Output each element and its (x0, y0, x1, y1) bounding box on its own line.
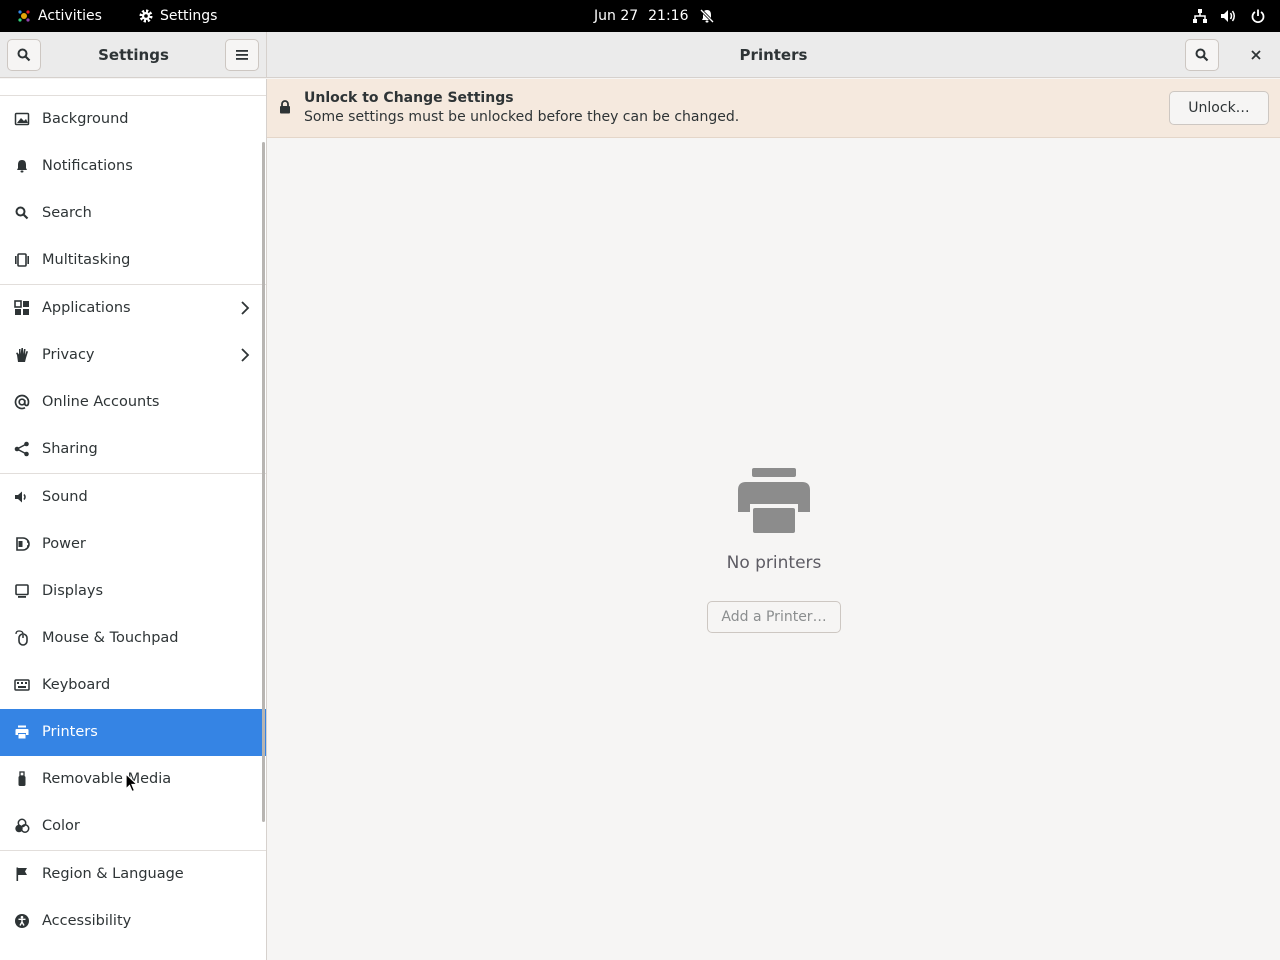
sidebar-item-printers[interactable]: Printers (0, 709, 266, 756)
search-icon (1195, 48, 1209, 62)
chevron-right-icon (241, 301, 250, 315)
sidebar-item-region-language[interactable]: Region & Language (0, 851, 266, 898)
speaker-icon (14, 489, 30, 505)
sidebar-item-label: Printers (42, 724, 98, 740)
apps-grid-icon (14, 300, 30, 316)
main-menu-button[interactable] (225, 39, 259, 71)
sidebar-item-label: Power (42, 536, 86, 552)
sidebar-item-mouse-touchpad[interactable]: Mouse & Touchpad (0, 615, 266, 662)
sidebar-item-accessibility[interactable]: Accessibility (0, 898, 266, 945)
sidebar-item-label: Removable Media (42, 771, 172, 787)
network-icon (1193, 9, 1207, 23)
top-bar: Activities Settings Jun 27 21:16 (0, 0, 1280, 32)
sidebar-item-label: Accessibility (42, 913, 132, 929)
power-icon (1251, 9, 1265, 23)
mouse-icon (14, 630, 30, 646)
sidebar-item-label: Sharing (42, 441, 98, 457)
unlock-infobar: Unlock to Change Settings Some settings … (267, 79, 1280, 138)
color-icon (14, 818, 30, 834)
printer-search-button[interactable] (1185, 39, 1219, 71)
printer-icon (14, 724, 30, 740)
infobar-message: Some settings must be unlocked before th… (304, 109, 740, 125)
gear-icon (139, 9, 153, 23)
sidebar-item-sound[interactable]: Sound (0, 474, 266, 521)
sidebar-item-search[interactable]: Search (0, 190, 266, 237)
page-title: Printers (739, 46, 808, 64)
multitasking-icon (14, 252, 30, 268)
clock-button[interactable]: Jun 27 21:16 (594, 0, 715, 32)
lock-icon (280, 100, 290, 114)
activities-button[interactable]: Activities (16, 0, 102, 32)
gnome-logo-icon (18, 10, 30, 22)
volume-icon (1221, 10, 1235, 22)
sidebar-item-label: Privacy (42, 347, 95, 363)
sidebar-item-label: Online Accounts (42, 394, 160, 410)
sidebar-header: Settings (0, 32, 267, 78)
sidebar-item-label: Keyboard (42, 677, 111, 693)
no-printers-label: No printers (726, 553, 822, 573)
keyboard-icon (14, 677, 30, 693)
sidebar: Background Notifications Search Multitas… (0, 79, 267, 960)
background-icon (14, 111, 30, 127)
flag-icon (14, 866, 30, 882)
bell-icon (14, 158, 30, 174)
sidebar-item-label: Notifications (42, 158, 133, 174)
add-printer-button[interactable]: Add a Printer… (707, 601, 841, 633)
sidebar-item-notifications[interactable]: Notifications (0, 143, 266, 190)
battery-icon (14, 536, 30, 552)
sidebar-item-label: Applications (42, 300, 131, 316)
sidebar-item-label: Displays (42, 583, 104, 599)
notifications-disabled-icon (699, 8, 714, 24)
sidebar-item-label: Color (42, 818, 80, 834)
sidebar-item-power[interactable]: Power (0, 521, 266, 568)
usb-icon (14, 771, 30, 787)
sidebar-item-label: Search (42, 205, 92, 221)
sidebar-item-applications[interactable]: Applications (0, 285, 266, 332)
close-icon (1251, 50, 1261, 60)
app-menu-button[interactable]: Settings (138, 0, 217, 32)
hamburger-menu-icon (236, 50, 248, 60)
main-header: Printers (267, 32, 1280, 78)
display-icon (14, 583, 30, 599)
sidebar-item-multitasking[interactable]: Multitasking (0, 237, 266, 284)
clock-time: 21:16 (648, 8, 689, 24)
sidebar-item-background[interactable]: Background (0, 96, 266, 143)
sidebar-item-online-accounts[interactable]: Online Accounts (0, 379, 266, 426)
sidebar-item-keyboard[interactable]: Keyboard (0, 662, 266, 709)
clock-date: Jun 27 (594, 8, 639, 24)
printer-empty-state-icon (738, 468, 810, 533)
sidebar-item-label: Background (42, 111, 129, 127)
sidebar-item-displays[interactable]: Displays (0, 568, 266, 615)
search-icon (17, 48, 31, 62)
sidebar-item-label: Region & Language (42, 866, 184, 882)
search-icon (14, 205, 30, 221)
sidebar-item-sharing[interactable]: Sharing (0, 426, 266, 473)
sidebar-item-label: Mouse & Touchpad (42, 630, 179, 646)
app-menu-label: Settings (160, 8, 218, 24)
share-icon (14, 441, 30, 457)
sidebar-search-button[interactable] (7, 39, 41, 71)
sidebar-item-privacy[interactable]: Privacy (0, 332, 266, 379)
sidebar-item-label: Multitasking (42, 252, 131, 268)
unlock-button[interactable]: Unlock… (1169, 91, 1269, 125)
sidebar-item-label: Sound (42, 489, 88, 505)
sidebar-item-color[interactable]: Color (0, 803, 266, 850)
settings-window: Settings Printers Background Notificatio… (0, 32, 1280, 960)
hand-icon (14, 347, 30, 363)
at-sign-icon (14, 394, 30, 410)
mouse-cursor-icon (125, 773, 139, 793)
system-menu[interactable] (1192, 0, 1266, 32)
accessibility-icon (14, 913, 30, 929)
sidebar-scrollbar[interactable] (262, 142, 265, 822)
chevron-right-icon (241, 348, 250, 362)
activities-label: Activities (38, 8, 102, 24)
infobar-title: Unlock to Change Settings (304, 90, 514, 106)
close-window-button[interactable] (1244, 43, 1268, 67)
